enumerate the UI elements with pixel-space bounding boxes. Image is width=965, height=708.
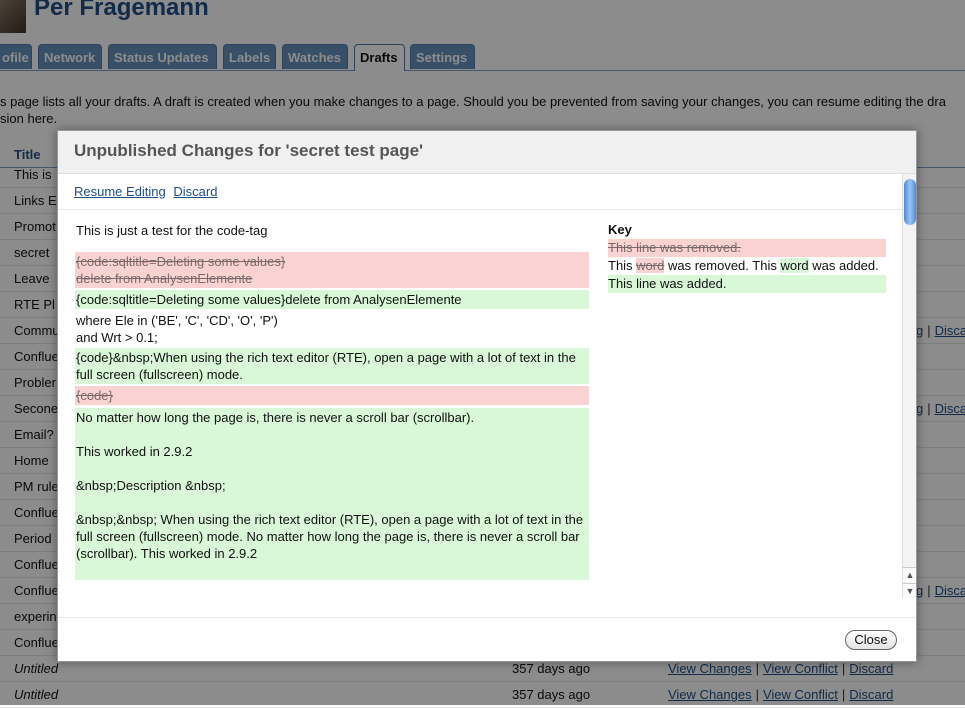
diff-block-removed: {code} [75,386,589,405]
diff-line: where Ele in ('BE', 'C', 'CD', 'O', 'P') [76,313,278,328]
diff-block-removed: {code:sqltitle=Deleting some values} dele… [75,252,589,288]
diff-line: This is just a test for the code-tag [76,223,268,238]
diff-line: &nbsp;Description &nbsp; [76,478,226,493]
dialog-actions: Resume Editing Discard [74,184,221,199]
discard-link[interactable]: Discard [173,184,217,199]
diff-line [75,494,589,511]
diff-line: &nbsp;&nbsp; When using the rich text ed… [76,512,584,561]
diff-key: Key This line was removed. This word was… [608,221,886,293]
key-word-change: This word was removed. This word was add… [608,258,879,273]
dialog-scrollbar[interactable]: ▲ ▼ [902,174,916,598]
diff-line: {code}&nbsp;When using the rich text edi… [76,350,576,382]
key-removed-line: This line was removed. [608,239,886,257]
unpublished-changes-dialog: Unpublished Changes for 'secret test pag… [57,130,917,662]
diff-block-added: {code}&nbsp;When using the rich text edi… [75,348,589,384]
diff-line: and Wrt > 0.1; [76,330,158,345]
key-word-removed: word [636,258,665,273]
divider [58,209,903,210]
diff-block-added: {code:sqltitle=Deleting some values}dele… [75,290,589,309]
diff-line: {code} [76,388,113,403]
key-added-line: This line was added. [608,275,886,293]
key-word-added: word [780,258,809,273]
diff-line: This worked in 2.9.2 [76,444,193,459]
dialog-title: Unpublished Changes for 'secret test pag… [74,141,424,160]
diff-line: No matter how long the page is, there is… [76,410,475,425]
diff-line [75,460,589,477]
diff-line: {code:sqltitle=Deleting some values} [76,254,286,269]
diff-line: delete from AnalysenElemente [76,271,253,286]
diff-line [75,562,589,579]
diff-block-plain: where Ele in ('BE', 'C', 'CD', 'O', 'P')… [75,312,589,346]
diff-block-plain: This is just a test for the code-tag [75,222,589,239]
dialog-body: Resume Editing Discard This is just a te… [58,174,916,617]
scroll-up-arrow-icon[interactable]: ▲ [903,567,916,582]
dialog-header: Unpublished Changes for 'secret test pag… [58,131,916,174]
diff-line: {code:sqltitle=Deleting some values}dele… [76,292,462,307]
close-button[interactable]: Close [845,630,897,650]
scroll-down-arrow-icon[interactable]: ▼ [903,583,916,598]
diff-block-added: No matter how long the page is, there is… [75,408,589,580]
diff-content: This is just a test for the code-tag {cod… [75,219,589,580]
key-heading: Key [608,222,632,237]
resume-editing-link[interactable]: Resume Editing [74,184,166,199]
scrollbar-thumb[interactable] [904,179,916,225]
diff-line [75,426,589,443]
dialog-footer: Close [58,617,916,662]
